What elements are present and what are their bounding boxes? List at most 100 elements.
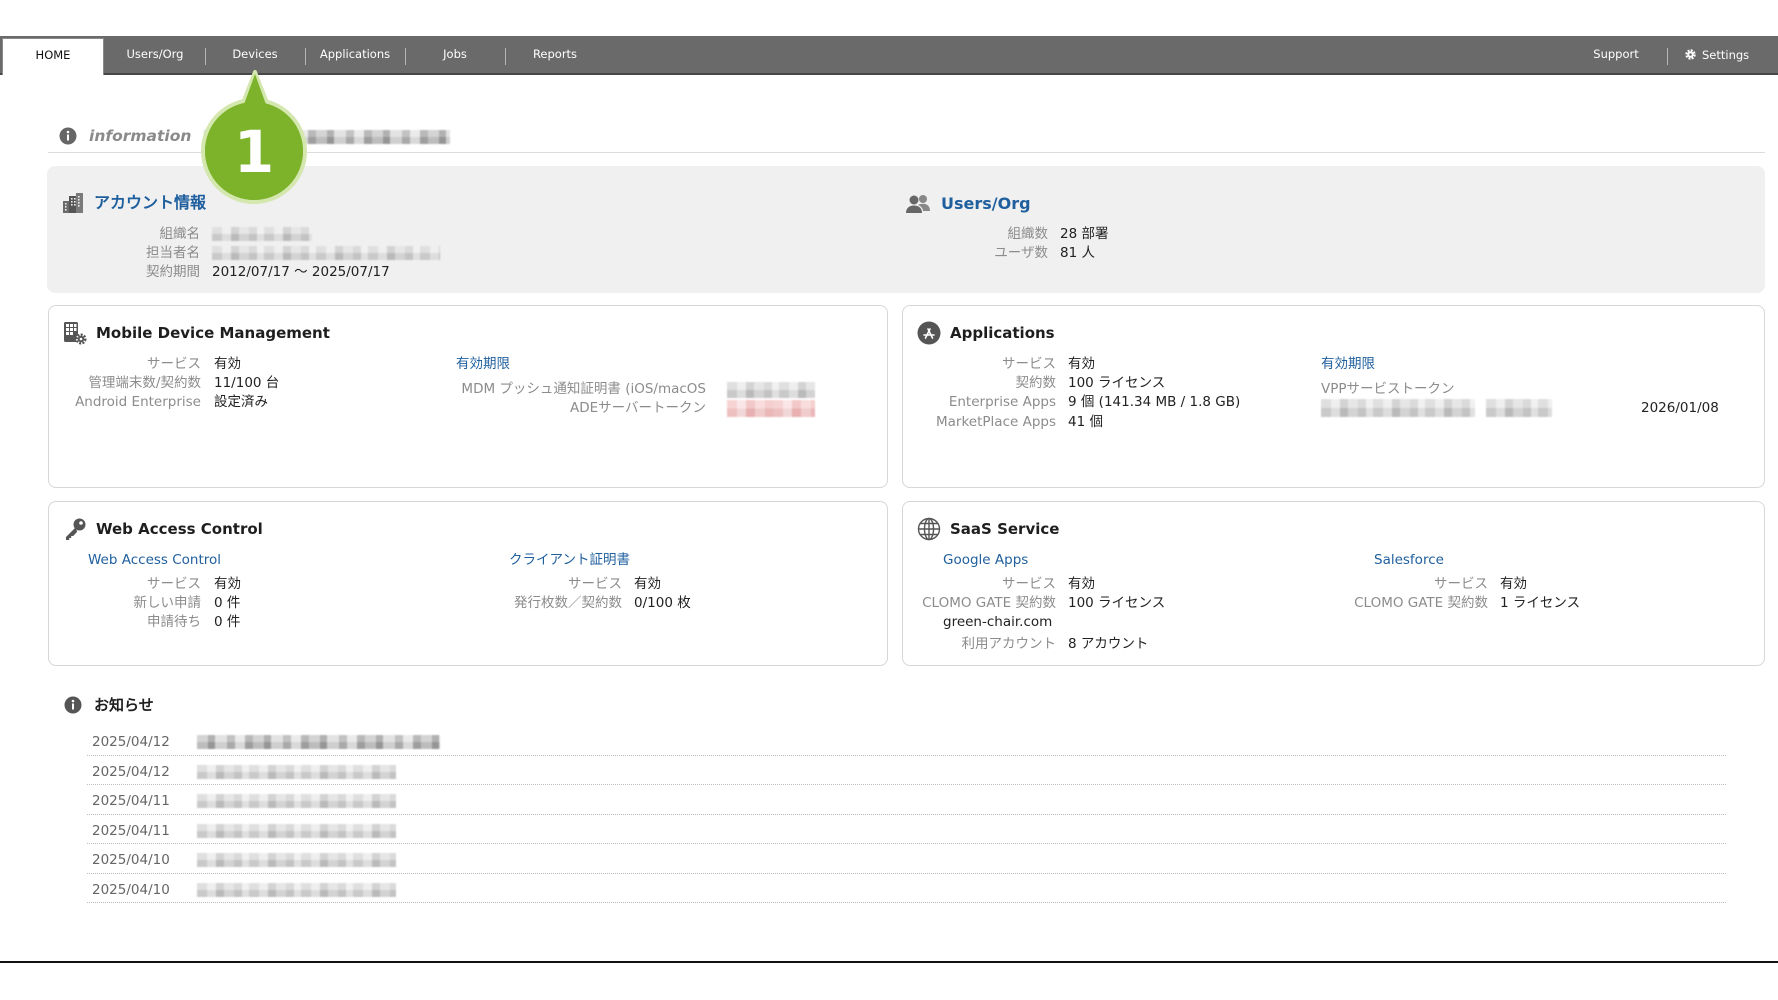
redacted-text bbox=[212, 227, 312, 241]
row-value: 有効 bbox=[1500, 576, 1527, 592]
row-label: 契約数 bbox=[1015, 375, 1057, 391]
saas-card: SaaS Service Google Apps サービス 有効 CLOMO G… bbox=[902, 501, 1765, 666]
redacted-text bbox=[197, 794, 396, 808]
row-value: 8 アカウント bbox=[1068, 636, 1149, 652]
account-row-contact: 担当者名 bbox=[0, 243, 900, 263]
nav-separator bbox=[305, 48, 306, 65]
redacted-text bbox=[1321, 399, 1475, 417]
vpp-token-expiry-date: 2026/01/08 bbox=[1641, 400, 1719, 416]
web-access-card: Web Access Control Web Access Control サー… bbox=[48, 501, 888, 666]
tab-reports[interactable]: Reports bbox=[510, 36, 600, 73]
account-row-org-name: 組織名 bbox=[0, 224, 900, 244]
row-value: 有効 bbox=[214, 356, 241, 372]
row-value: 9 個 (141.34 MB / 1.8 GB) bbox=[1068, 394, 1241, 410]
vpp-token-label: VPPサービストークン bbox=[1321, 381, 1455, 397]
row-label: CLOMO GATE 契約数 bbox=[1354, 595, 1488, 611]
tab-applications[interactable]: Applications bbox=[310, 36, 400, 73]
news-list: 2025/04/12 2025/04/12 2025/04/11 2025/04… bbox=[87, 726, 1726, 903]
row-label: 契約期間 bbox=[146, 264, 200, 280]
mdm-card: Mobile Device Management サービス 有効 管理端末数/契… bbox=[48, 305, 888, 488]
nav-separator bbox=[1667, 48, 1668, 65]
cert-row-service: サービス 有効 bbox=[49, 574, 887, 594]
row-value: 0 件 bbox=[214, 614, 241, 630]
key-icon bbox=[63, 517, 87, 541]
news-item[interactable]: 2025/04/12 bbox=[87, 726, 1726, 756]
news-date: 2025/04/10 bbox=[92, 881, 170, 898]
web-access-title: Web Access Control bbox=[96, 520, 263, 538]
apps-expiry-link[interactable]: 有効期限 bbox=[1321, 354, 1375, 374]
saas-title: SaaS Service bbox=[950, 520, 1060, 538]
account-info-title[interactable]: アカウント情報 bbox=[94, 192, 206, 214]
users-icon bbox=[905, 194, 931, 214]
row-label: MarketPlace Apps bbox=[936, 414, 1056, 430]
row-value: 有効 bbox=[1068, 356, 1095, 372]
news-item[interactable]: 2025/04/12 bbox=[87, 756, 1726, 785]
wac-row-pending: 申請待ち 0 件 bbox=[49, 612, 887, 632]
news-date: 2025/04/10 bbox=[92, 852, 170, 868]
mdm-device-gear-icon bbox=[63, 321, 87, 345]
mdm-expiry-link[interactable]: 有効期限 bbox=[456, 354, 510, 374]
row-value: 100 ライセンス bbox=[1068, 375, 1166, 391]
news-item[interactable]: 2025/04/10 bbox=[87, 874, 1726, 903]
nav-separator bbox=[505, 48, 506, 65]
web-access-link[interactable]: Web Access Control bbox=[88, 550, 221, 570]
news-item[interactable]: 2025/04/10 bbox=[87, 844, 1726, 874]
nav-separator bbox=[205, 48, 206, 65]
news-date: 2025/04/11 bbox=[92, 822, 170, 839]
row-value: 28 部署 bbox=[1060, 226, 1109, 242]
google-apps-link[interactable]: Google Apps bbox=[943, 550, 1028, 570]
row-label: Enterprise Apps bbox=[948, 394, 1056, 410]
redacted-text bbox=[197, 823, 396, 838]
footer-divider bbox=[0, 961, 1778, 963]
row-label: ADEサーバートークン bbox=[569, 400, 706, 416]
applications-title: Applications bbox=[950, 324, 1055, 342]
row-value: 41 個 bbox=[1068, 414, 1103, 430]
step-callout-badge: 1 bbox=[201, 70, 307, 204]
redacted-text bbox=[197, 853, 396, 867]
callout-number: 1 bbox=[234, 118, 274, 186]
row-label: ユーザ数 bbox=[994, 245, 1048, 261]
salesforce-link[interactable]: Salesforce bbox=[1374, 550, 1444, 570]
redacted-text bbox=[212, 246, 440, 260]
tab-jobs[interactable]: Jobs bbox=[410, 36, 500, 73]
client-cert-link[interactable]: クライアント証明書 bbox=[509, 550, 630, 570]
row-label: 組織数 bbox=[1007, 226, 1049, 242]
globe-icon bbox=[917, 517, 941, 541]
row-value: 81 人 bbox=[1060, 245, 1095, 261]
users-org-row-user-count: ユーザ数 81 人 bbox=[900, 243, 1300, 263]
tab-users-org[interactable]: Users/Org bbox=[110, 36, 200, 73]
news-item[interactable]: 2025/04/11 bbox=[87, 815, 1726, 844]
row-label: 担当者名 bbox=[146, 245, 200, 261]
redacted-text bbox=[727, 382, 815, 398]
row-label: 申請待ち bbox=[147, 614, 201, 630]
gear-icon bbox=[1684, 48, 1697, 61]
google-domain: green-chair.com bbox=[943, 614, 1053, 630]
google-row-accounts: 利用アカウント 8 アカウント bbox=[903, 634, 1764, 654]
building-icon bbox=[62, 192, 84, 214]
redacted-text bbox=[197, 882, 396, 897]
redacted-text bbox=[1486, 399, 1552, 417]
users-org-title[interactable]: Users/Org bbox=[941, 193, 1031, 215]
info-icon bbox=[59, 127, 77, 145]
news-heading: お知らせ bbox=[94, 696, 154, 714]
settings-label: Settings bbox=[1702, 47, 1750, 62]
support-link[interactable]: Support bbox=[1576, 36, 1656, 73]
row-value: 1 ライセンス bbox=[1500, 595, 1581, 611]
row-value: 2012/07/17 〜 2025/07/17 bbox=[212, 264, 390, 280]
users-org-row-org-count: 組織数 28 部署 bbox=[900, 224, 1300, 244]
row-label: 組織名 bbox=[159, 226, 201, 242]
applications-card: Applications サービス 有効 契約数 100 ライセンス Enter… bbox=[902, 305, 1765, 488]
news-date: 2025/04/12 bbox=[92, 763, 170, 780]
news-item[interactable]: 2025/04/11 bbox=[87, 785, 1726, 815]
row-label: サービス bbox=[1434, 576, 1488, 592]
row-label: 発行枚数／契約数 bbox=[514, 595, 622, 611]
settings-link[interactable]: Settings bbox=[1684, 36, 1749, 73]
redacted-text bbox=[197, 764, 396, 779]
salesforce-row-gate-contract: CLOMO GATE 契約数 1 ライセンス bbox=[903, 593, 1764, 613]
tab-home[interactable]: HOME bbox=[2, 38, 104, 75]
news-date: 2025/04/11 bbox=[92, 793, 170, 809]
row-label: サービス bbox=[568, 576, 622, 592]
row-value: 有効 bbox=[634, 576, 661, 592]
mdm-row-ade-token: ADEサーバートークン bbox=[49, 398, 887, 418]
information-heading: information bbox=[89, 127, 192, 145]
